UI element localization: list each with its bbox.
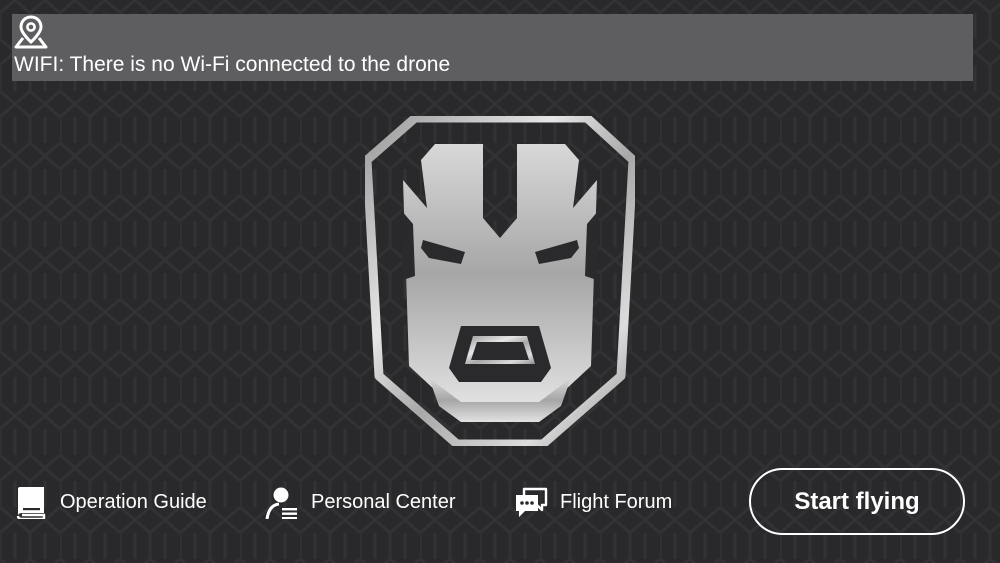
operation-guide-label: Operation Guide (60, 490, 207, 513)
personal-center-button[interactable]: Personal Center (265, 480, 456, 524)
wifi-status-banner: WIFI: There is no Wi-Fi connected to the… (12, 14, 973, 81)
drone-brand-logo (365, 116, 635, 446)
flight-forum-button[interactable]: Flight Forum (514, 480, 672, 524)
personal-center-label: Personal Center (311, 490, 456, 513)
app-screen: WIFI: There is no Wi-Fi connected to the… (0, 0, 1000, 563)
user-list-icon (265, 487, 297, 519)
wifi-status-text: WIFI: There is no Wi-Fi connected to the… (14, 53, 451, 76)
location-pin-icon[interactable] (14, 15, 48, 49)
flight-forum-label: Flight Forum (560, 490, 673, 513)
book-icon (16, 487, 46, 519)
chat-bubbles-icon (516, 487, 548, 517)
operation-guide-button[interactable]: Operation Guide (14, 480, 207, 524)
start-flying-button[interactable]: Start flying (749, 468, 965, 535)
